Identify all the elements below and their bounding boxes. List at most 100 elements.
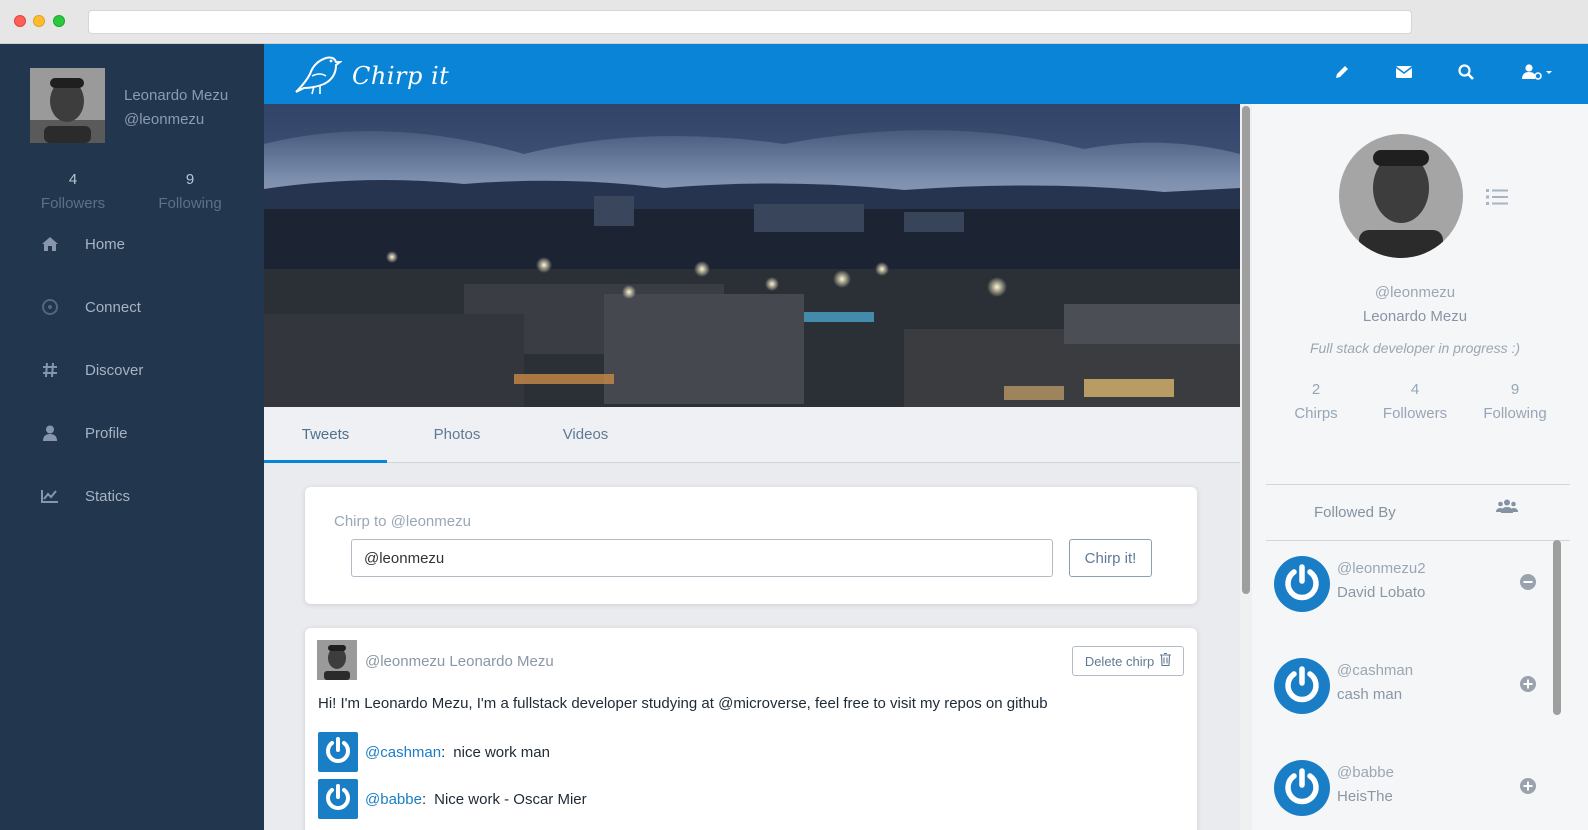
power-icon bbox=[1283, 563, 1321, 606]
list-item: @cashman cash man bbox=[1274, 658, 1564, 714]
followers-label: Followers bbox=[1382, 405, 1448, 422]
sidebar-item-profile[interactable]: Profile bbox=[0, 413, 264, 453]
divider bbox=[1266, 540, 1570, 541]
sidebar-stat-following[interactable]: 9 Following bbox=[130, 168, 250, 216]
list-item: @babbe: Nice work - Oscar Mier bbox=[318, 779, 1178, 819]
profile-handle: @leonmezu bbox=[1374, 284, 1456, 301]
home-icon bbox=[40, 236, 60, 252]
profile-bio: Full stack developer in progress :) bbox=[1309, 340, 1521, 356]
pencil-icon bbox=[1334, 64, 1350, 85]
chirp-author[interactable]: @leonmezu Leonardo Mezu bbox=[365, 653, 554, 670]
avatar[interactable] bbox=[1339, 134, 1463, 258]
sidebar-item-label: Discover bbox=[85, 361, 144, 379]
maximize-window-button[interactable] bbox=[53, 15, 65, 27]
bird-logo-icon bbox=[292, 50, 343, 101]
user-menu-button[interactable] bbox=[1520, 62, 1554, 86]
main-content: Tweets Photos Videos Chirp to @leonmezu … bbox=[264, 104, 1240, 830]
list-item: @cashman: nice work man bbox=[318, 732, 1178, 772]
brand-name: Chirp it bbox=[352, 61, 450, 90]
power-icon bbox=[324, 783, 352, 816]
compose-card: Chirp to @leonmezu Chirp it! bbox=[305, 487, 1197, 604]
search-button[interactable] bbox=[1454, 62, 1478, 86]
plus-circle-icon bbox=[1520, 676, 1536, 696]
follower-handle[interactable]: @leonmezu2 bbox=[1337, 560, 1426, 577]
avatar[interactable] bbox=[318, 779, 358, 819]
avatar[interactable] bbox=[1274, 760, 1330, 816]
followed-by-title: Followed By bbox=[1314, 504, 1396, 521]
user-settings-icon bbox=[1522, 63, 1552, 85]
sidebar-item-label: Home bbox=[85, 235, 126, 253]
messages-button[interactable] bbox=[1392, 62, 1416, 86]
follower-name: cash man bbox=[1337, 686, 1403, 703]
followers-scrollbar-thumb[interactable] bbox=[1553, 540, 1561, 715]
chart-icon bbox=[40, 489, 60, 503]
profile-stat-chirps[interactable]: 2 Chirps bbox=[1266, 378, 1366, 426]
reply-separator: : bbox=[421, 790, 427, 808]
compose-button[interactable] bbox=[1330, 62, 1354, 86]
minus-circle-icon bbox=[1520, 574, 1536, 594]
follow-button[interactable] bbox=[1520, 778, 1536, 799]
chirps-label: Chirps bbox=[1294, 405, 1338, 422]
profile-name: Leonardo Mezu bbox=[1362, 308, 1468, 325]
sidebar-item-label: Statics bbox=[85, 487, 131, 505]
reply-separator: : bbox=[441, 743, 446, 761]
chirps-count: 2 bbox=[1311, 381, 1321, 398]
reply-text: Nice work - Oscar Mier bbox=[434, 790, 587, 808]
avatar[interactable] bbox=[317, 640, 357, 680]
tab-tweets[interactable]: Tweets bbox=[264, 407, 387, 463]
profile-stat-followers[interactable]: 4 Followers bbox=[1365, 378, 1465, 426]
address-bar[interactable] bbox=[88, 10, 1412, 34]
compose-title: Chirp to @leonmezu bbox=[334, 513, 471, 530]
brand[interactable]: Chirp it bbox=[292, 50, 449, 101]
sidebar-item-discover[interactable]: Discover bbox=[0, 350, 264, 390]
user-icon bbox=[40, 425, 60, 441]
list-item: @leonmezu2 David Lobato bbox=[1274, 556, 1564, 612]
profile-stat-following[interactable]: 9 Following bbox=[1465, 378, 1565, 426]
avatar[interactable] bbox=[30, 68, 105, 143]
chirp-body: Hi! I'm Leonardo Mezu, I'm a fullstack d… bbox=[318, 695, 1048, 712]
plus-circle-icon bbox=[1520, 778, 1536, 798]
follower-handle[interactable]: @cashman bbox=[1337, 662, 1413, 679]
following-count: 9 bbox=[1510, 381, 1520, 398]
tab-videos[interactable]: Videos bbox=[522, 407, 649, 463]
main-scrollbar-thumb[interactable] bbox=[1242, 106, 1250, 594]
unfollow-button[interactable] bbox=[1520, 574, 1536, 595]
profile-tabs: Tweets Photos Videos bbox=[264, 407, 1240, 463]
follow-button[interactable] bbox=[1520, 676, 1536, 697]
list-menu-icon[interactable] bbox=[1486, 188, 1508, 211]
follower-name: David Lobato bbox=[1337, 584, 1426, 601]
follower-handle[interactable]: @babbe bbox=[1337, 764, 1394, 781]
users-icon bbox=[1496, 499, 1518, 518]
followers-scrollbar[interactable] bbox=[1552, 540, 1562, 830]
minimize-window-button[interactable] bbox=[33, 15, 45, 27]
following-label: Following bbox=[1483, 405, 1547, 422]
main-scrollbar[interactable] bbox=[1240, 104, 1252, 830]
chirp-button[interactable]: Chirp it! bbox=[1069, 539, 1152, 577]
tab-photos[interactable]: Photos bbox=[394, 407, 520, 463]
avatar[interactable] bbox=[1274, 556, 1330, 612]
sidebar-following-count: 9 bbox=[185, 171, 195, 188]
reply-text: nice work man bbox=[453, 743, 550, 761]
sidebar-followers-count: 4 bbox=[68, 171, 78, 188]
envelope-icon bbox=[1395, 65, 1413, 83]
chirp-card: @leonmezu Leonardo Mezu Delete chirp Hi!… bbox=[305, 628, 1197, 830]
top-navbar: Chirp it bbox=[264, 44, 1588, 104]
sidebar-stat-followers[interactable]: 4 Followers bbox=[13, 168, 133, 216]
avatar[interactable] bbox=[318, 732, 358, 772]
delete-chirp-button[interactable]: Delete chirp bbox=[1072, 646, 1184, 676]
sidebar-user-handle: @leonmezu bbox=[124, 111, 205, 128]
reply-user-link[interactable]: @cashman bbox=[365, 744, 441, 761]
sidebar: Leonardo Mezu @leonmezu 4 Followers 9 Fo… bbox=[0, 44, 264, 830]
power-icon bbox=[1283, 665, 1321, 708]
sidebar-followers-label: Followers bbox=[40, 195, 106, 212]
close-window-button[interactable] bbox=[14, 15, 26, 27]
reply-user-link[interactable]: @babbe bbox=[365, 791, 422, 808]
trash-icon bbox=[1160, 652, 1172, 669]
sidebar-following-label: Following bbox=[158, 195, 222, 212]
avatar[interactable] bbox=[1274, 658, 1330, 714]
sidebar-item-connect[interactable]: Connect bbox=[0, 287, 264, 327]
chirp-input[interactable] bbox=[351, 539, 1053, 577]
divider bbox=[1266, 484, 1570, 485]
sidebar-item-statics[interactable]: Statics bbox=[0, 476, 264, 516]
sidebar-item-home[interactable]: Home bbox=[0, 224, 264, 264]
